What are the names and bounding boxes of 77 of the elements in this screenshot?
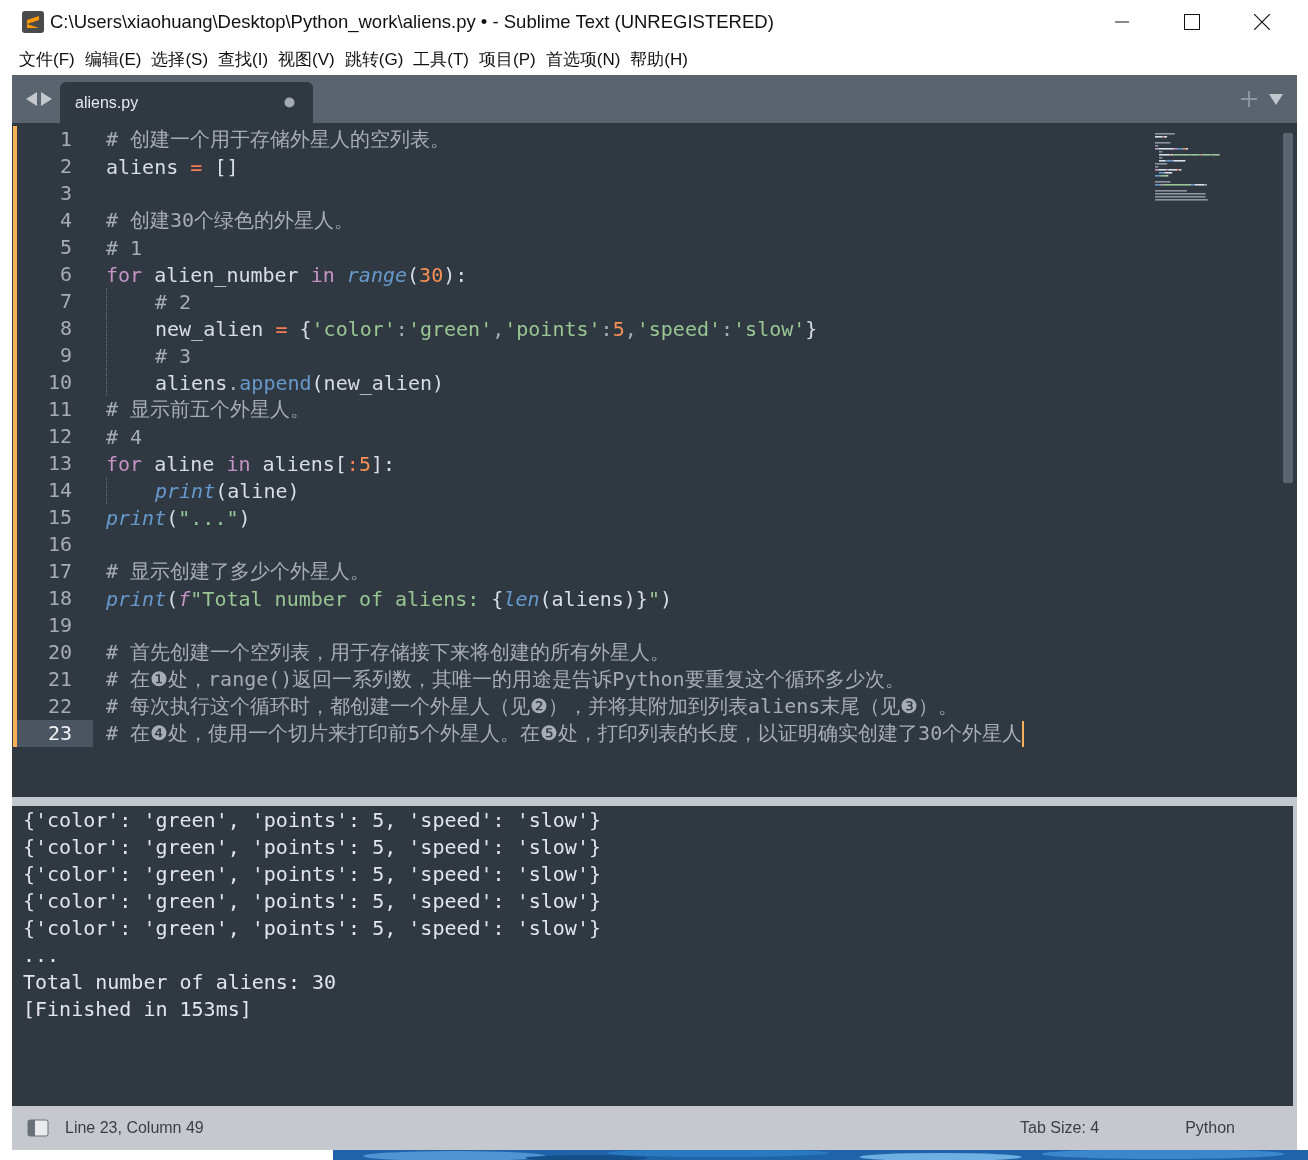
line-number: 22: [46, 693, 73, 720]
window-title: C:\Users\xiaohuang\Desktop\Python_work\aliens.py • - Sublime Text (UNREGISTERED): [50, 11, 775, 33]
line-number: 1: [58, 126, 73, 153]
line-number: 19: [46, 612, 73, 639]
menu-item[interactable]: 选择(S): [148, 48, 216, 71]
code-line: # 显示创建了多少个外星人。: [106, 558, 371, 585]
line-number: 12: [46, 423, 73, 450]
code-line: for aline in aliens[:5]:: [106, 450, 396, 477]
code-line: aliens = []: [106, 153, 239, 180]
line-number: 15: [46, 504, 73, 531]
scrollbar-thumb[interactable]: [1283, 133, 1293, 483]
code-line: # 创建30个绿色的外星人。: [106, 207, 355, 234]
line-number: 4: [58, 207, 73, 234]
menu-item[interactable]: 帮助(H): [627, 48, 695, 71]
line-number: 13: [46, 450, 73, 477]
line-number: 21: [46, 666, 73, 693]
syntax-label[interactable]: Python: [1185, 1119, 1235, 1137]
line-number: 9: [58, 342, 73, 369]
panel-toggle-icon[interactable]: [27, 1119, 49, 1137]
line-number: 7: [58, 288, 73, 315]
text-cursor: [1022, 720, 1025, 747]
code-line: aliens.append(new_alien): [155, 369, 444, 396]
output-line: {'color': 'green', 'points': 5, 'speed': 'slow'}: [23, 861, 602, 888]
line-number: 8: [58, 315, 73, 342]
dropdown-icon[interactable]: [1269, 93, 1283, 105]
line-number: 17: [46, 558, 73, 585]
line-number: 20: [46, 639, 73, 666]
code-line: print(aline): [155, 477, 300, 504]
forward-arrow-icon[interactable]: [41, 92, 52, 106]
editor-tab[interactable]: aliens.py: [60, 82, 313, 123]
menu-item[interactable]: 跳转(G): [341, 48, 411, 71]
code-line: # 每次执行这个循环时，都创建一个外星人（见❷），并将其附加到列表aliens末尾（见❸）。: [106, 693, 959, 720]
line-number: 14: [46, 477, 73, 504]
menu-item[interactable]: 文件(F): [16, 48, 82, 71]
line-number: 23: [17, 720, 93, 747]
back-arrow-icon[interactable]: [26, 92, 37, 106]
output-line: {'color': 'green', 'points': 5, 'speed': 'slow'}: [23, 807, 602, 834]
menu-item[interactable]: 视图(V): [275, 48, 342, 71]
code-line: # 在❶处，range()返回一系列数，其唯一的用途是告诉Python要重复这个循环多少次。: [106, 666, 905, 693]
code-line: # 显示前五个外星人。: [106, 396, 311, 423]
code-line: print("..."): [106, 504, 251, 531]
output-line: Total number of aliens: 30: [23, 969, 338, 996]
line-number: 3: [58, 180, 73, 207]
code-line: new_alien = {'color':'green','points':5,'speed':'slow'}: [155, 315, 818, 342]
line-number: 16: [46, 531, 73, 558]
code-line: print(f"Total number of aliens: {len(aliens)}"): [106, 585, 672, 612]
output-line: {'color': 'green', 'points': 5, 'speed': 'slow'}: [23, 834, 602, 861]
code-line: # 2: [155, 288, 192, 315]
tab-size[interactable]: Tab Size: 4: [1020, 1119, 1100, 1137]
maximize-icon[interactable]: [1184, 14, 1200, 30]
line-number: 2: [58, 153, 73, 180]
plus-icon[interactable]: [1241, 91, 1257, 107]
code-line: # 在❹处，使用一个切片来打印前5个外星人。在❺处，打印列表的长度，以证明确实创建了30个外星人: [106, 720, 1023, 747]
output-line: {'color': 'green', 'points': 5, 'speed': 'slow'}: [23, 888, 602, 915]
code-line: # 1: [106, 234, 143, 261]
code-line: for alien_number in range(30):: [106, 261, 468, 288]
line-number: 11: [46, 396, 73, 423]
menu-item[interactable]: 编辑(E): [81, 48, 149, 71]
close-icon[interactable]: [1254, 14, 1270, 30]
line-number: 18: [46, 585, 73, 612]
line-number: 5: [58, 234, 73, 261]
code-line: # 首先创建一个空列表，用于存储接下来将创建的所有外星人。: [106, 639, 671, 666]
code-line: # 3: [155, 342, 192, 369]
cursor-position: Line 23, Column 49: [65, 1119, 205, 1137]
output-line: ...: [23, 942, 61, 969]
unsaved-dot-icon: [284, 97, 295, 108]
menu-item[interactable]: 工具(T): [410, 48, 477, 71]
code-line: # 创建一个用于存储外星人的空列表。: [106, 126, 451, 153]
app-logo-icon: [22, 11, 44, 33]
line-number: 10: [46, 369, 73, 396]
menu-item[interactable]: 查找(I): [215, 48, 276, 71]
output-line: {'color': 'green', 'points': 5, 'speed': 'slow'}: [23, 915, 602, 942]
output-line: [Finished in 153ms]: [23, 996, 253, 1023]
code-line: # 4: [106, 423, 143, 450]
menu-item[interactable]: 首选项(N): [542, 48, 628, 71]
menu-item[interactable]: 项目(P): [476, 48, 543, 71]
line-number: 6: [58, 261, 73, 288]
